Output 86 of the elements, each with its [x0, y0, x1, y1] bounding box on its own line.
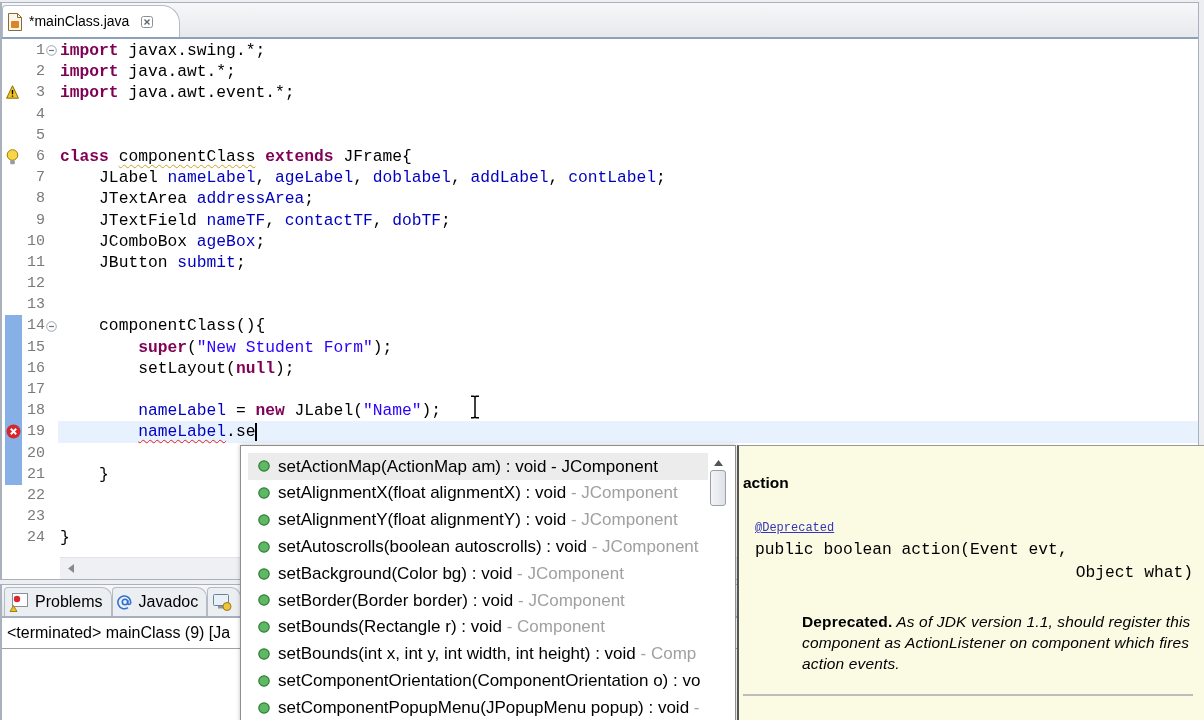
dot-icon: [258, 647, 270, 660]
code-line: componentClass(){: [98, 315, 266, 337]
dot-icon: [258, 514, 270, 526]
up-arrow-icon[interactable]: [713, 460, 723, 466]
code-line: JButton submit;: [98, 251, 246, 274]
code-line: import java.awt.*;: [60, 61, 236, 83]
completion-item[interactable]: setBackground(Color bg) : void - JComponent: [248, 560, 708, 587]
completion-item[interactable]: setAutoscrolls(boolean autoscrolls) : void - JComponent: [248, 533, 708, 561]
signature-line: public boolean action(Event evt,: [755, 539, 1068, 561]
code-line: nameLabel.se: [137, 421, 256, 443]
dot-icon: [258, 487, 270, 500]
code-line: super("New Student Form");: [137, 336, 393, 358]
completion-item[interactable]: setActionMap(ActionMap am) : void - JComponent: [248, 453, 708, 480]
line-number: 17: [26, 380, 45, 400]
console-output: <terminated> mainClass (9) [Ja: [6, 623, 231, 643]
i-beam-cursor-icon: [470, 395, 480, 419]
close-icon[interactable]: [141, 15, 154, 28]
panel-tab[interactable]: Javadoc: [111, 587, 208, 616]
panel-tab[interactable]: [207, 587, 242, 616]
line-number: 19: [26, 422, 45, 443]
method-title: action: [743, 474, 789, 492]
file-icon: [7, 12, 23, 31]
line-number: 11: [26, 252, 45, 273]
line-number: 6: [35, 146, 45, 167]
line-number: 5: [35, 125, 45, 146]
line-number: 10: [26, 231, 45, 252]
code-line: JComboBox ageBox;: [98, 230, 266, 252]
completion-item[interactable]: setComponentOrientation(ComponentOrientation o) : vo: [248, 667, 708, 695]
code-line: JTextField nameTF, contactTF, dobTF;: [98, 209, 451, 231]
completion-item[interactable]: setBorder(Border border) : void - JComponent: [248, 587, 708, 614]
lightbulb-icon[interactable]: [6, 148, 19, 165]
line-number: 8: [35, 189, 45, 210]
code-line: nameLabel = new JLabel("Name");: [137, 400, 442, 422]
line-number: 18: [26, 401, 45, 422]
annotation-link[interactable]: @Deprecated: [755, 521, 835, 535]
dot-icon: [258, 540, 270, 553]
tab-label: *mainClass.java: [29, 12, 130, 31]
code-line: JLabel nameLabel, ageLabel, doblabel, addLabel, contLabel;: [98, 167, 666, 189]
text-caret-icon: [255, 422, 258, 441]
signature-line: Object what): [1075, 562, 1193, 584]
dot-icon: [258, 460, 270, 473]
line-number: 23: [26, 507, 45, 528]
panel-tab[interactable]: Problems: [4, 587, 112, 616]
dot-icon: [258, 674, 270, 687]
code-line: }: [60, 527, 70, 549]
dot-icon: [258, 594, 270, 607]
dot-icon: [258, 567, 270, 580]
completion-item[interactable]: setAlignmentX(float alignmentX) : void - JComponent: [248, 479, 708, 507]
line-number: 9: [35, 210, 45, 231]
scrollbar-thumb[interactable]: [710, 470, 726, 506]
line-number: 14: [26, 316, 45, 337]
line-number: 7: [35, 168, 45, 189]
code-line: import javax.swing.*;: [60, 40, 266, 62]
line-number: 4: [35, 104, 45, 125]
at-sign-icon: [116, 594, 133, 610]
left-arrow-icon[interactable]: [68, 564, 74, 573]
line-number: 2: [35, 62, 45, 83]
dot-icon: [258, 621, 270, 634]
completion-item[interactable]: setComponentPopupMenu(JPopupMenu popup) : void -: [248, 694, 708, 720]
line-number: 12: [26, 274, 45, 295]
type-link[interactable]: Object: [1075, 563, 1135, 582]
completion-item[interactable]: setBounds(int x, int y, int width, int height) : void - Comp: [248, 640, 708, 668]
line-number: 22: [26, 485, 45, 506]
line-number: 15: [26, 337, 45, 358]
deprecation-note: Deprecated. As of JDK version 1.1, should register this component as ActionListener on component which fires action events.: [802, 612, 1191, 674]
code-line: import java.awt.event.*;: [60, 82, 295, 104]
line-number: 20: [26, 443, 45, 464]
code-line: }: [98, 463, 109, 485]
completion-item[interactable]: setBounds(Rectangle r) : void - Component: [248, 613, 708, 641]
line-number: 16: [26, 358, 45, 379]
line-number: 21: [26, 464, 45, 485]
collapse-icon[interactable]: [46, 320, 57, 332]
line-number: 1: [35, 41, 45, 61]
type-link[interactable]: Event: [969, 540, 1019, 559]
code-line: JTextArea addressArea;: [98, 188, 315, 210]
monitor-icon: [212, 592, 233, 612]
code-line: setLayout(null);: [137, 357, 295, 379]
code-line: class componentClass extends JFrame{: [60, 145, 412, 168]
editor-tab[interactable]: *mainClass.java: [2, 5, 181, 37]
line-number: 13: [26, 295, 45, 316]
line-number: 3: [35, 83, 45, 104]
completion-item[interactable]: setAlignmentY(float alignmentY) : void - JComponent: [248, 506, 708, 534]
collapse-icon[interactable]: [46, 45, 57, 57]
error-list-icon: [9, 592, 29, 612]
line-number: 24: [26, 528, 45, 549]
dot-icon: [258, 701, 270, 714]
